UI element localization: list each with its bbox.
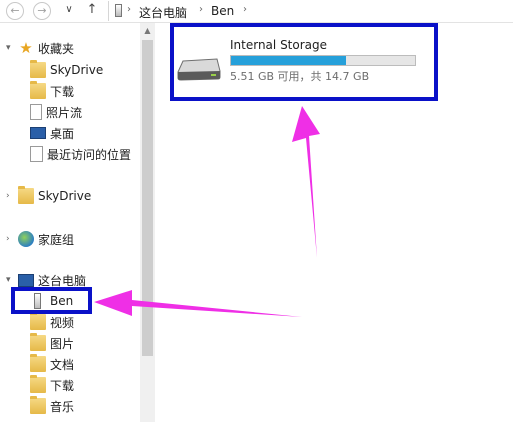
arrow-to-storage-icon <box>292 106 320 258</box>
annotation-arrows <box>94 106 320 317</box>
arrow-to-ben-icon <box>94 290 302 317</box>
